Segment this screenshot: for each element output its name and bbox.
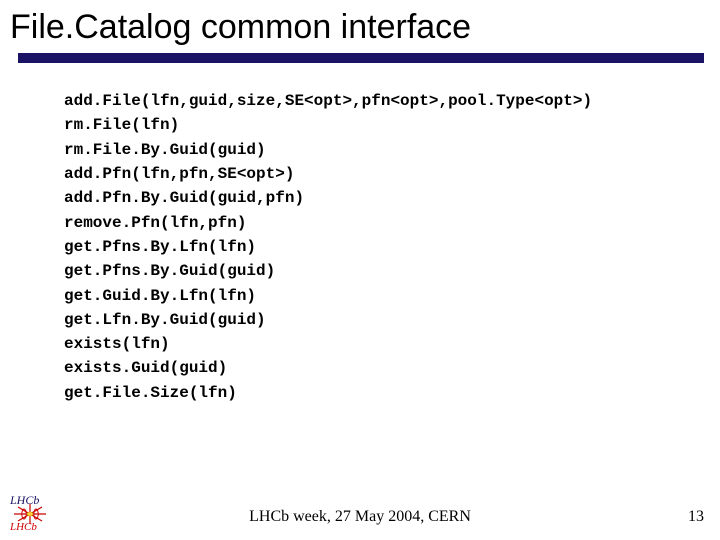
api-item: exists(lfn) xyxy=(64,332,720,356)
api-item: add.Pfn(lfn,pfn,SE<opt>) xyxy=(64,162,720,186)
footer: LHCb LHCb LHCb week, 27 May 2004, CERN 1… xyxy=(0,492,720,532)
api-item: remove.Pfn(lfn,pfn) xyxy=(64,211,720,235)
logo-text-top: LHCb xyxy=(9,493,39,507)
api-item: get.Guid.By.Lfn(lfn) xyxy=(64,284,720,308)
api-item: add.Pfn.By.Guid(guid,pfn) xyxy=(64,186,720,210)
api-item: get.Pfns.By.Lfn(lfn) xyxy=(64,235,720,259)
api-item: exists.Guid(guid) xyxy=(64,356,720,380)
api-item: rm.File(lfn) xyxy=(64,113,720,137)
slide-title: File.Catalog common interface xyxy=(10,8,712,47)
slide: File.Catalog common interface add.File(l… xyxy=(0,0,720,540)
api-list: add.File(lfn,guid,size,SE<opt>,pfn<opt>,… xyxy=(0,63,720,405)
api-item: get.File.Size(lfn) xyxy=(64,381,720,405)
api-item: get.Lfn.By.Guid(guid) xyxy=(64,308,720,332)
api-item: get.Pfns.By.Guid(guid) xyxy=(64,259,720,283)
api-item: add.File(lfn,guid,size,SE<opt>,pfn<opt>,… xyxy=(64,89,720,113)
api-item: rm.File.By.Guid(guid) xyxy=(64,138,720,162)
title-underline xyxy=(18,53,704,63)
footer-center-text: LHCb week, 27 May 2004, CERN xyxy=(0,508,720,526)
page-number: 13 xyxy=(688,508,704,526)
title-area: File.Catalog common interface xyxy=(0,0,720,63)
